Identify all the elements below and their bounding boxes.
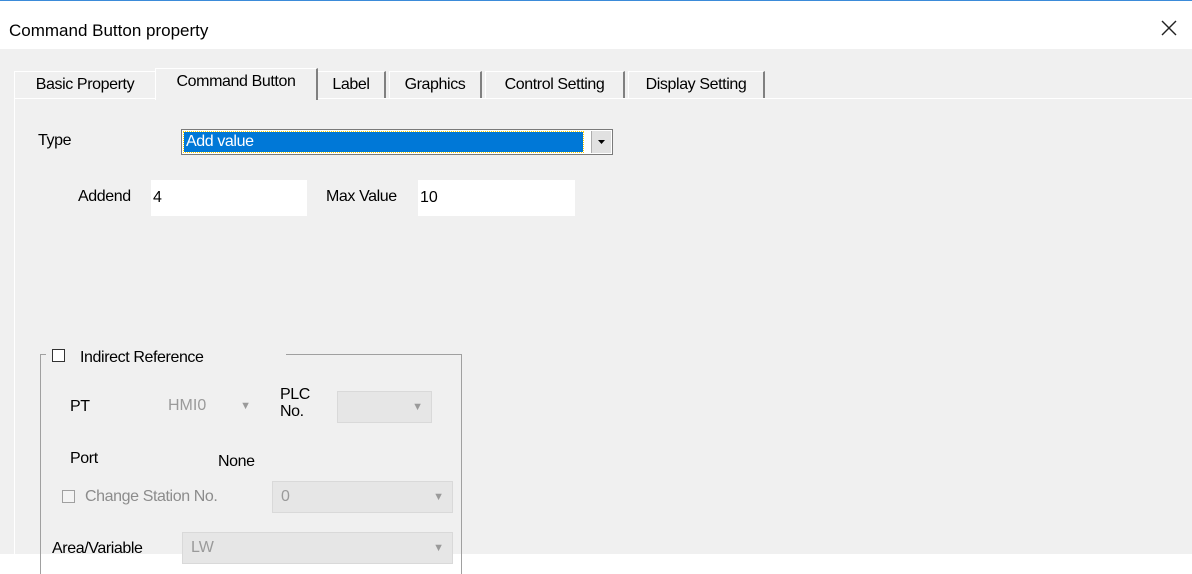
pt-select-value: HMI0 [168, 397, 207, 414]
type-label: Type [38, 132, 72, 149]
change-station-checkbox[interactable] [62, 490, 75, 503]
type-select[interactable]: Add value [181, 129, 613, 155]
addend-input[interactable] [151, 180, 307, 216]
change-station-select-value: 0 [281, 488, 290, 505]
tab-command-button[interactable]: Command Button [155, 68, 318, 100]
chevron-down-icon: ▼ [433, 542, 444, 554]
tab-display-setting[interactable]: Display Setting [628, 71, 765, 99]
change-station-select[interactable]: 0 ▼ [272, 481, 453, 513]
title-bar[interactable]: Command Button property [0, 1, 1192, 49]
chevron-down-icon [598, 140, 605, 144]
type-select-value: Add value [183, 131, 584, 153]
plc-no-label: PLC No. [280, 386, 310, 420]
area-variable-select-value: LW [191, 539, 214, 556]
type-select-dropdown-button[interactable] [591, 131, 611, 153]
pt-label: PT [70, 398, 90, 415]
chevron-down-icon: ▼ [433, 491, 444, 503]
tab-graphics[interactable]: Graphics [389, 71, 482, 99]
port-value: None [218, 453, 255, 470]
close-icon[interactable] [1154, 13, 1184, 43]
chevron-down-icon: ▼ [240, 400, 251, 412]
plc-label-line1: PLC [280, 386, 310, 403]
change-station-label: Change Station No. [85, 488, 218, 505]
port-label: Port [70, 450, 98, 467]
tab-label[interactable]: Label [317, 71, 386, 99]
tab-basic-property[interactable]: Basic Property [14, 71, 157, 99]
tab-control-setting[interactable]: Control Setting [485, 71, 625, 99]
plc-no-select[interactable]: ▼ [337, 391, 432, 423]
max-value-input[interactable] [418, 180, 575, 216]
window-title: Command Button property [9, 21, 209, 40]
plc-label-line2: No. [280, 403, 304, 420]
indirect-reference-checkbox[interactable] [52, 349, 65, 362]
pt-select[interactable]: HMI0 ▼ [160, 391, 259, 423]
indirect-reference-label: Indirect Reference [80, 349, 204, 366]
chevron-down-icon: ▼ [412, 401, 423, 413]
max-value-label: Max Value [326, 188, 397, 205]
addend-label: Addend [78, 188, 131, 205]
area-variable-select[interactable]: LW ▼ [182, 532, 453, 564]
area-variable-label: Area/Variable [52, 540, 143, 557]
